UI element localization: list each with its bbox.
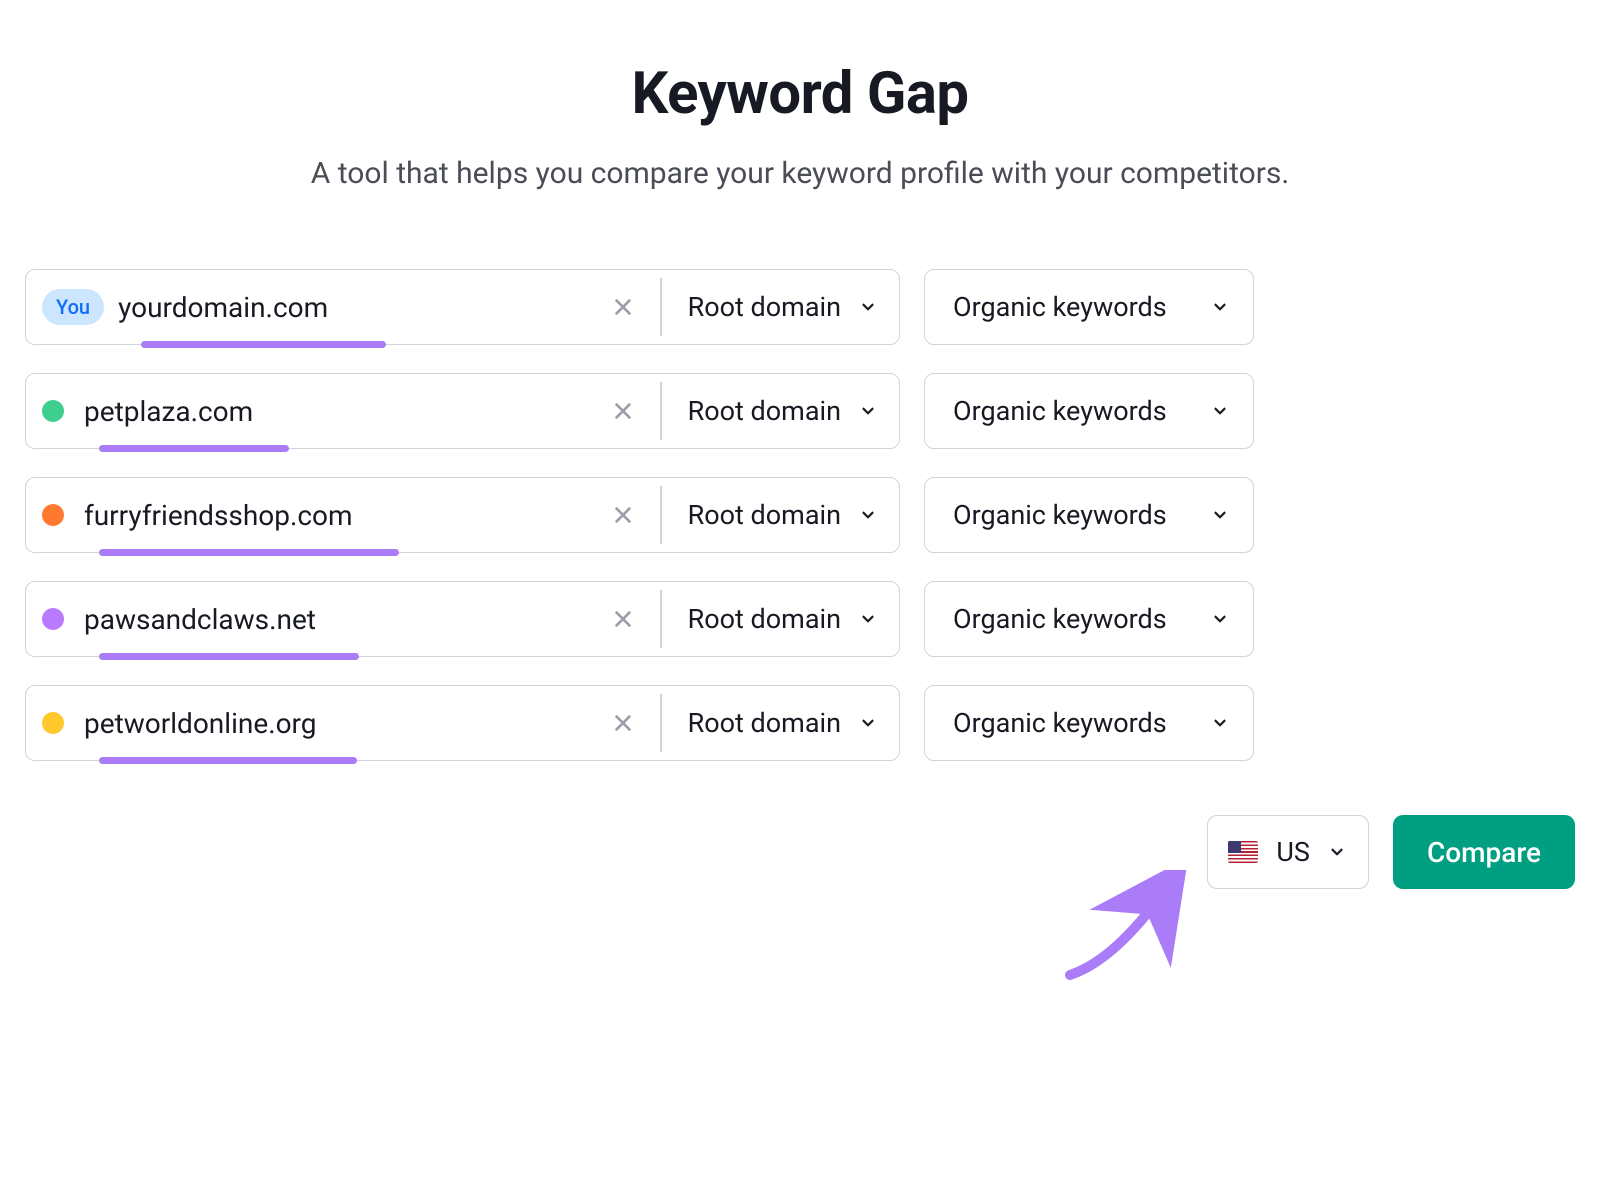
keyword-type-label: Organic keywords [953,603,1167,635]
highlight-underline [99,549,399,556]
chevron-down-icon [859,298,877,316]
scope-label: Root domain [688,291,841,323]
chevron-down-icon [1211,506,1229,524]
competitor-row: Root domain Organic keywords [25,581,1575,657]
chevron-down-icon [1211,298,1229,316]
scope-label: Root domain [688,395,841,427]
clear-domain-button[interactable] [604,704,642,742]
keyword-type-dropdown[interactable]: Organic keywords [924,373,1254,449]
you-badge: You [42,289,104,325]
keyword-type-label: Organic keywords [953,395,1167,427]
competitor-row: Root domain Organic keywords [25,477,1575,553]
competitor-color-dot [42,608,64,630]
footer-controls: US Compare [1207,815,1575,889]
chevron-down-icon [859,714,877,732]
domain-scope-group: Root domain [25,581,900,657]
clear-domain-button[interactable] [604,288,642,326]
page-title: Keyword Gap [25,60,1575,128]
keyword-type-dropdown[interactable]: Organic keywords [924,269,1254,345]
highlight-underline [99,653,359,660]
chevron-down-icon [859,506,877,524]
competitor-row: You Root domain Organic keywords [25,269,1575,345]
clear-domain-button[interactable] [604,392,642,430]
domain-input[interactable] [118,291,604,324]
domain-input[interactable] [84,499,604,532]
page-subtitle: A tool that helps you compare your keywo… [25,156,1575,191]
us-flag-icon [1228,841,1258,863]
competitor-row: Root domain Organic keywords [25,373,1575,449]
scope-dropdown[interactable]: Root domain [662,478,899,552]
chevron-down-icon [859,402,877,420]
domain-input-wrapper [26,582,660,656]
keyword-type-dropdown[interactable]: Organic keywords [924,477,1254,553]
keyword-type-label: Organic keywords [953,499,1167,531]
scope-dropdown[interactable]: Root domain [662,686,899,760]
chevron-down-icon [859,610,877,628]
domain-input[interactable] [84,603,604,636]
country-selector[interactable]: US [1207,815,1369,889]
close-icon [612,504,634,526]
compare-button[interactable]: Compare [1393,815,1575,889]
domain-input-wrapper: You [26,270,660,344]
domain-input-wrapper [26,478,660,552]
competitor-rows: You Root domain Organic keywords [25,269,1575,761]
close-icon [612,400,634,422]
domain-input-wrapper [26,686,660,760]
highlight-underline [99,445,289,452]
domain-input-wrapper [26,374,660,448]
keyword-type-dropdown[interactable]: Organic keywords [924,581,1254,657]
chevron-down-icon [1211,610,1229,628]
close-icon [612,608,634,630]
competitor-color-dot [42,504,64,526]
competitor-color-dot [42,400,64,422]
scope-label: Root domain [688,707,841,739]
keyword-type-label: Organic keywords [953,707,1167,739]
chevron-down-icon [1211,714,1229,732]
close-icon [612,712,634,734]
scope-dropdown[interactable]: Root domain [662,582,899,656]
country-code-label: US [1276,836,1310,868]
chevron-down-icon [1211,402,1229,420]
domain-input[interactable] [84,707,604,740]
scope-label: Root domain [688,603,841,635]
domain-input[interactable] [84,395,604,428]
keyword-type-label: Organic keywords [953,291,1167,323]
chevron-down-icon [1328,843,1346,861]
highlight-underline [141,341,386,348]
clear-domain-button[interactable] [604,600,642,638]
domain-scope-group: Root domain [25,477,900,553]
scope-label: Root domain [688,499,841,531]
clear-domain-button[interactable] [604,496,642,534]
keyword-type-dropdown[interactable]: Organic keywords [924,685,1254,761]
scope-dropdown[interactable]: Root domain [662,374,899,448]
highlight-underline [99,757,357,764]
competitor-row: Root domain Organic keywords [25,685,1575,761]
domain-scope-group: You Root domain [25,269,900,345]
competitor-color-dot [42,712,64,734]
domain-scope-group: Root domain [25,685,900,761]
close-icon [612,296,634,318]
domain-scope-group: Root domain [25,373,900,449]
scope-dropdown[interactable]: Root domain [662,270,899,344]
